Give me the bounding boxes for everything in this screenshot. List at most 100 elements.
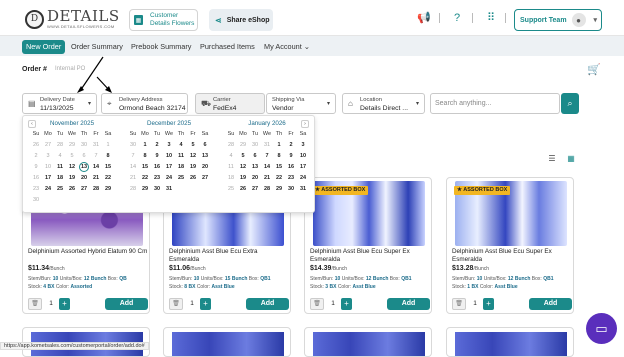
- calendar-day[interactable]: 6: [249, 151, 261, 162]
- calendar-day[interactable]: 5: [187, 140, 199, 151]
- calendar-day[interactable]: 2: [285, 140, 297, 151]
- calendar-day[interactable]: 19: [66, 173, 78, 184]
- logo[interactable]: D DETAILS WWW.DETAILSFLOWERS.COM: [25, 8, 120, 30]
- calendar-day[interactable]: 26: [66, 184, 78, 195]
- calendar-day[interactable]: 21: [261, 173, 273, 184]
- calendar-day[interactable]: 12: [66, 162, 78, 173]
- calendar-day[interactable]: 15: [139, 162, 151, 173]
- quantity-value[interactable]: 1: [470, 298, 480, 310]
- calendar-day[interactable]: 3: [163, 140, 175, 151]
- calendar-day[interactable]: 18: [175, 162, 187, 173]
- search-input[interactable]: Search anything...: [430, 93, 560, 114]
- trash-icon[interactable]: 🗑: [169, 298, 183, 310]
- customer-selector[interactable]: ▦ Customer Details Flowers: [129, 9, 198, 31]
- calendar-day[interactable]: 15: [102, 162, 114, 173]
- location-field[interactable]: ⌂ Location Details Direct ... ▾: [342, 93, 425, 114]
- calendar-day[interactable]: 30: [285, 184, 297, 195]
- nav-order-summary[interactable]: Order Summary: [71, 40, 123, 54]
- share-eshop-button[interactable]: ⋖ Share eShop: [209, 9, 273, 31]
- calendar-day[interactable]: 16: [151, 162, 163, 173]
- calendar-day[interactable]: 28: [261, 184, 273, 195]
- chat-button[interactable]: ▭: [586, 313, 617, 344]
- calendar-day[interactable]: 20: [78, 173, 90, 184]
- calendar-day[interactable]: 11: [175, 151, 187, 162]
- calendar-day[interactable]: 10: [297, 151, 309, 162]
- list-view-icon[interactable]: ☰: [546, 153, 558, 165]
- calendar-day[interactable]: 31: [297, 184, 309, 195]
- shipping-via-field[interactable]: Shipping Via Vendor ▾: [266, 93, 336, 114]
- calendar-day[interactable]: 27: [249, 184, 261, 195]
- calendar-day[interactable]: 8: [102, 151, 114, 162]
- product-name[interactable]: Delphinium Asst Blue Ecu Super Ex Esmera…: [452, 248, 572, 264]
- calendar-day[interactable]: 27: [199, 173, 211, 184]
- increment-button[interactable]: +: [483, 298, 494, 310]
- cart-icon[interactable]: 🛒: [587, 63, 601, 76]
- delivery-address-field[interactable]: ⌖ Delivery Address Ormond Beach 32174: [101, 93, 188, 114]
- calendar-day[interactable]: 17: [163, 162, 175, 173]
- quantity-value[interactable]: 1: [46, 298, 56, 310]
- calendar-day[interactable]: 4: [175, 140, 187, 151]
- nav-my-account[interactable]: My Account ⌄: [264, 40, 310, 54]
- calendar-day[interactable]: 9: [151, 151, 163, 162]
- nav-prebook-summary[interactable]: Prebook Summary: [131, 40, 191, 54]
- calendar-day[interactable]: 8: [139, 151, 151, 162]
- calendar-day[interactable]: 14: [90, 162, 102, 173]
- increment-button[interactable]: +: [59, 298, 70, 310]
- megaphone-icon[interactable]: 📢: [417, 11, 431, 25]
- calendar-day[interactable]: 9: [285, 151, 297, 162]
- calendar-day[interactable]: 7: [261, 151, 273, 162]
- calendar-day[interactable]: 14: [261, 162, 273, 173]
- support-team-button[interactable]: Support Team ● ▾: [514, 9, 602, 31]
- calendar-day[interactable]: 23: [151, 173, 163, 184]
- calendar-day[interactable]: 16: [285, 162, 297, 173]
- calendar-day[interactable]: 29: [273, 184, 285, 195]
- calendar-day[interactable]: 20: [249, 173, 261, 184]
- apps-grid-icon[interactable]: ⠿: [484, 11, 498, 25]
- calendar-day[interactable]: 11: [54, 162, 66, 173]
- calendar-day[interactable]: 13: [199, 151, 211, 162]
- calendar-day[interactable]: 17: [42, 173, 54, 184]
- calendar-day[interactable]: 20: [199, 162, 211, 173]
- calendar-day[interactable]: 28: [90, 184, 102, 195]
- add-to-cart-button[interactable]: Add: [246, 298, 289, 310]
- calendar-day[interactable]: 22: [139, 173, 151, 184]
- quantity-value[interactable]: 1: [328, 298, 338, 310]
- calendar-day[interactable]: 2: [151, 140, 163, 151]
- calendar-day[interactable]: 3: [297, 140, 309, 151]
- calendar-day[interactable]: 26: [187, 173, 199, 184]
- calendar-day[interactable]: 27: [78, 184, 90, 195]
- add-to-cart-button[interactable]: Add: [105, 298, 148, 310]
- carrier-field[interactable]: ⛟ Carrier FedEx4: [195, 93, 265, 114]
- calendar-day[interactable]: 15: [273, 162, 285, 173]
- calendar-day[interactable]: 23: [285, 173, 297, 184]
- calendar-day[interactable]: 19: [187, 162, 199, 173]
- calendar-day[interactable]: 22: [102, 173, 114, 184]
- calendar-day[interactable]: 25: [175, 173, 187, 184]
- calendar-day[interactable]: 19: [237, 173, 249, 184]
- calendar-day[interactable]: 22: [273, 173, 285, 184]
- increment-button[interactable]: +: [200, 298, 211, 310]
- calendar-day[interactable]: 8: [273, 151, 285, 162]
- product-name[interactable]: Delphinium Asst Blue Ecu Super Ex Esmera…: [310, 248, 430, 264]
- search-button[interactable]: ⌕: [561, 93, 579, 114]
- help-icon[interactable]: ?: [450, 11, 464, 25]
- nav-purchased-items[interactable]: Purchased Items: [200, 40, 255, 54]
- nav-new-order[interactable]: New Order: [22, 40, 66, 54]
- increment-button[interactable]: +: [341, 298, 352, 310]
- calendar-day[interactable]: 1: [139, 140, 151, 151]
- calendar-day[interactable]: 29: [139, 184, 151, 195]
- calendar-day[interactable]: 26: [237, 184, 249, 195]
- quantity-value[interactable]: 1: [187, 298, 197, 310]
- calendar-day[interactable]: 13: [249, 162, 261, 173]
- calendar-day[interactable]: 24: [163, 173, 175, 184]
- calendar-day[interactable]: 31: [163, 184, 175, 195]
- product-name[interactable]: Delphinium Asst Blue Ecu Extra Esmeralda: [169, 248, 289, 264]
- calendar-day[interactable]: 18: [54, 173, 66, 184]
- calendar-day[interactable]: 30: [151, 184, 163, 195]
- calendar-day[interactable]: 5: [237, 151, 249, 162]
- calendar-day[interactable]: 6: [199, 140, 211, 151]
- trash-icon[interactable]: 🗑: [28, 298, 42, 310]
- grid-view-icon[interactable]: ▦: [565, 153, 577, 165]
- trash-icon[interactable]: 🗑: [452, 298, 466, 310]
- delivery-date-field[interactable]: ▤ Delivery Date 11/13/2025 ▾: [22, 93, 97, 114]
